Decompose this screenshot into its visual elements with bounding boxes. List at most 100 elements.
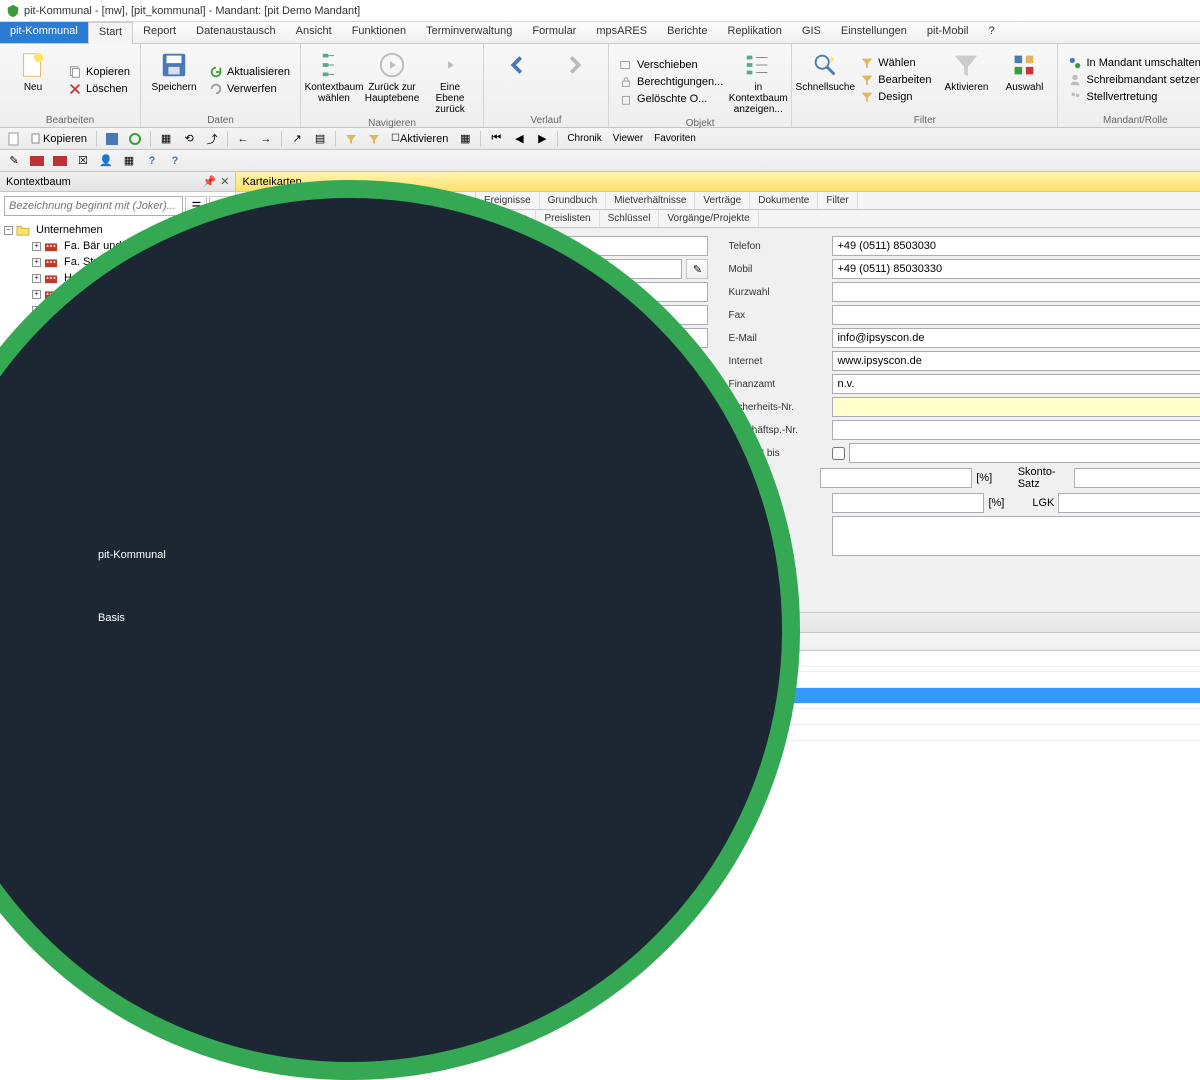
tb-move[interactable]: ↗	[287, 130, 307, 148]
tree-toggle-icon[interactable]: +	[32, 242, 41, 251]
rbn-aktualisieren[interactable]: Aktualisieren	[205, 64, 294, 80]
inp-bemerkung[interactable]	[832, 516, 1200, 556]
tb-back[interactable]: ⟲	[179, 130, 199, 148]
menu-app[interactable]: pit-Kommunal	[0, 22, 88, 43]
inp-sicherheitsnr[interactable]	[832, 397, 1200, 417]
inp-email[interactable]	[832, 328, 1200, 348]
kartei-tab[interactable]: Dokumente	[750, 192, 818, 209]
rbn-neu[interactable]: Neu	[6, 46, 60, 114]
menu-ansicht[interactable]: Ansicht	[286, 22, 342, 43]
tb2-i1[interactable]	[27, 152, 47, 170]
tb-left[interactable]: ◀	[509, 130, 529, 148]
rbn-verschieben[interactable]: Verschieben	[615, 57, 727, 73]
tb-chronik[interactable]: Chronik	[563, 130, 605, 148]
rbn-filter-design[interactable]: Design	[856, 89, 935, 105]
tb-filter2[interactable]	[364, 130, 384, 148]
tb-filter1[interactable]	[341, 130, 361, 148]
tb-prev[interactable]: ←	[233, 130, 253, 148]
tb2-help2[interactable]: ?	[165, 152, 185, 170]
inp-lgk[interactable]	[1058, 493, 1200, 513]
tb2-i3[interactable]: ☒	[73, 152, 93, 170]
inp-nachlass[interactable]	[832, 493, 984, 513]
inp-internet[interactable]	[832, 351, 1200, 371]
menu-gis[interactable]: GIS	[792, 22, 831, 43]
menu-formular[interactable]: Formular	[522, 22, 586, 43]
kontext-search-input[interactable]	[4, 196, 183, 216]
menu-start[interactable]: Start	[88, 22, 133, 44]
tb-kopieren[interactable]: Kopieren	[27, 130, 91, 148]
tb-viewer[interactable]: Viewer	[609, 130, 647, 148]
tb-aktivieren[interactable]: ☐ Aktivieren	[387, 130, 452, 148]
tb-select[interactable]: ▦	[455, 130, 475, 148]
tb2-i2[interactable]	[50, 152, 70, 170]
rbn-berechtigungen[interactable]: Berechtigungen...	[615, 74, 727, 90]
rbn-kontextbaum[interactable]: Kontextbaum wählen	[307, 46, 361, 117]
rbn-loeschen[interactable]: Löschen	[64, 81, 134, 97]
tb-intree[interactable]: ▤	[310, 130, 330, 148]
inp-mobil[interactable]	[832, 259, 1200, 279]
menu-terminverwaltung[interactable]: Terminverwaltung	[416, 22, 522, 43]
menu-datenaustausch[interactable]: Datenaustausch	[186, 22, 286, 43]
rbn-back[interactable]	[490, 46, 544, 114]
tb-right[interactable]: ▶	[532, 130, 552, 148]
rbn-auswahl[interactable]: Auswahl	[997, 46, 1051, 114]
tree-toggle-icon[interactable]: +	[32, 258, 41, 267]
inp-skonto[interactable]	[1074, 468, 1200, 488]
rbn-ebene-zurueck[interactable]: Eine Ebene zurück	[423, 46, 477, 117]
kartei-tab[interactable]: Schlüssel	[600, 210, 660, 227]
tb-next[interactable]: →	[256, 130, 276, 148]
tb-up[interactable]: ⤴	[202, 130, 222, 148]
inp-geschaeftsp[interactable]	[832, 420, 1200, 440]
rbn-fwd[interactable]	[548, 46, 602, 114]
menu-pitmobil[interactable]: pit-Mobil	[917, 22, 979, 43]
rbn-filter-bearbeiten[interactable]: Bearbeiten	[856, 72, 935, 88]
chk-befristet[interactable]	[832, 447, 845, 460]
rbn-inkontextbaum[interactable]: in Kontextbaum anzeigen...	[731, 46, 785, 117]
rbn-stellvertretung[interactable]: Stellvertretung	[1064, 89, 1200, 105]
menu-report[interactable]: Report	[133, 22, 186, 43]
menu-replikation[interactable]: Replikation	[717, 22, 791, 43]
pin-icon[interactable]: 📌	[203, 175, 217, 188]
tb2-help1[interactable]: ?	[142, 152, 162, 170]
rbn-speichern[interactable]: Speichern	[147, 46, 201, 114]
rbn-verwerfen[interactable]: Verwerfen	[205, 81, 294, 97]
rbn-kopieren[interactable]: Kopieren	[64, 64, 134, 80]
inp-finanzamt[interactable]	[832, 374, 1200, 394]
menu-funktionen[interactable]: Funktionen	[342, 22, 416, 43]
rbn-mandant-setzen[interactable]: Schreibmandant setzen	[1064, 72, 1200, 88]
inp-telefon[interactable]	[832, 236, 1200, 256]
menu-help[interactable]: ?	[978, 22, 1004, 43]
tb2-i4[interactable]: ▦	[119, 152, 139, 170]
rbn-filter-waehlen[interactable]: Wählen	[856, 55, 935, 71]
menu-berichte[interactable]: Berichte	[657, 22, 717, 43]
rbn-mandant-umschalten[interactable]: In Mandant umschalten	[1064, 55, 1200, 71]
kartei-tab[interactable]: Grundbuch	[540, 192, 606, 209]
kartei-tab[interactable]: Vorgänge/Projekte	[659, 210, 758, 227]
inp-fax[interactable]	[832, 305, 1200, 325]
tb-favoriten[interactable]: Favoriten	[650, 130, 700, 148]
rbn-geloeschte[interactable]: Gelöschte O...	[615, 91, 727, 107]
tb-new[interactable]	[4, 130, 24, 148]
menu-einstellungen[interactable]: Einstellungen	[831, 22, 917, 43]
rbn-schnellsuche[interactable]: Schnellsuche	[798, 46, 852, 114]
menu-mpsares[interactable]: mpsARES	[586, 22, 657, 43]
inp-befristet[interactable]	[849, 443, 1200, 463]
close-icon[interactable]: ✕	[220, 175, 229, 188]
kartei-tab[interactable]: Filter	[818, 192, 857, 209]
rbn-aktivieren[interactable]: Aktivieren	[939, 46, 993, 114]
tree-toggle-icon[interactable]: +	[32, 274, 41, 283]
inp-kurzwahl[interactable]	[832, 282, 1200, 302]
tb2-user[interactable]: 👤	[96, 152, 116, 170]
tb-refresh[interactable]	[125, 130, 145, 148]
inp-mwst[interactable]	[820, 468, 972, 488]
tree-toggle-icon[interactable]: +	[32, 290, 41, 299]
tb-first[interactable]: ⏮	[486, 130, 506, 148]
tb-tree[interactable]: ▦	[156, 130, 176, 148]
tb2-pencil[interactable]: ✎	[4, 152, 24, 170]
btn-adr-edit[interactable]: ✎	[686, 259, 708, 279]
kartei-tab[interactable]: Verträge	[695, 192, 750, 209]
kartei-tab[interactable]: Mietverhältnisse	[606, 192, 695, 209]
tree-toggle-icon[interactable]: −	[4, 226, 13, 235]
tb-save[interactable]	[102, 130, 122, 148]
rbn-zurueck-haupt[interactable]: Zurück zur Hauptebene	[365, 46, 419, 117]
